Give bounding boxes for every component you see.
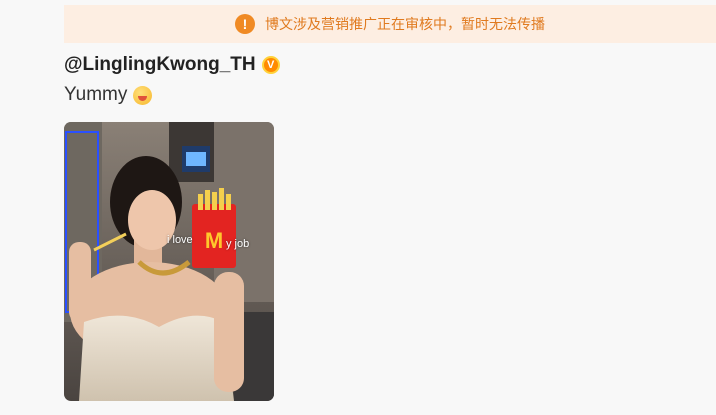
post-body: Yummy	[64, 84, 153, 106]
yum-face-emoji	[133, 85, 153, 105]
verified-badge-icon: V	[261, 56, 280, 74]
review-notice-text: 博文涉及营销推广正在审核中，暂时无法传播	[265, 16, 545, 32]
svg-text:M: M	[205, 228, 223, 253]
exclamation-icon: !	[235, 14, 255, 34]
username-link[interactable]: @LinglingKwong_TH	[64, 54, 256, 76]
post-image[interactable]: M i love y job	[64, 122, 274, 401]
photo-caption-right: y job	[226, 238, 250, 250]
post-text: Yummy	[64, 84, 128, 105]
photo-caption-left: i love	[167, 234, 193, 246]
woman-eating-fries-photo: M	[64, 122, 274, 401]
post-author: @LinglingKwong_TH V	[64, 54, 280, 76]
review-notice-banner: ! 博文涉及营销推广正在审核中，暂时无法传播	[64, 5, 716, 43]
